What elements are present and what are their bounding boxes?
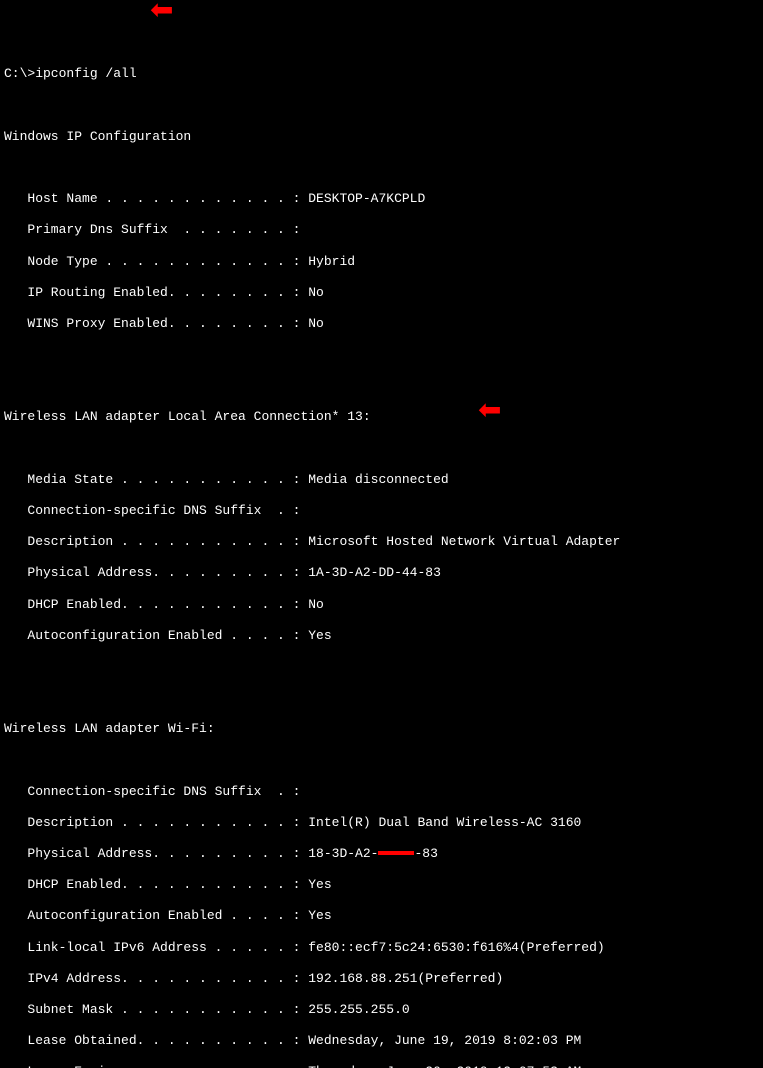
adapter-title: Wireless LAN adapter Local Area Connecti… bbox=[4, 409, 759, 425]
blank-line bbox=[4, 441, 759, 457]
adapter-title: Wireless LAN adapter Wi-Fi: bbox=[4, 721, 759, 737]
value: Yes bbox=[308, 908, 331, 923]
value: Yes bbox=[308, 877, 331, 892]
blank-line bbox=[4, 98, 759, 114]
value: Intel(R) Dual Band Wireless-AC 3160 bbox=[308, 815, 581, 830]
lease-expires-line: Lease Expires . . . . . . . . . . : Thur… bbox=[4, 1064, 759, 1068]
value: 1A-3D-A2-DD-44-83 bbox=[308, 565, 441, 580]
subnet-line: Subnet Mask . . . . . . . . . . . : 255.… bbox=[4, 1002, 759, 1018]
value: Microsoft Hosted Network Virtual Adapter bbox=[308, 534, 620, 549]
ip-routing-line: IP Routing Enabled. . . . . . . . : No bbox=[4, 285, 759, 301]
autoconfig-line: Autoconfiguration Enabled . . . . : Yes bbox=[4, 908, 759, 924]
command-prompt-line[interactable]: C:\>ipconfig /all bbox=[4, 66, 759, 82]
blank-line bbox=[4, 347, 759, 363]
primary-dns-line: Primary Dns Suffix . . . . . . . : bbox=[4, 222, 759, 238]
label: Subnet Mask . . . . . . . . . . . : bbox=[4, 1002, 308, 1017]
lease-obtained-line: Lease Obtained. . . . . . . . . . : Wedn… bbox=[4, 1033, 759, 1049]
description-line: Description . . . . . . . . . . . : Micr… bbox=[4, 534, 759, 550]
value: No bbox=[308, 285, 324, 300]
label: Physical Address. . . . . . . . . : bbox=[4, 565, 308, 580]
label: DHCP Enabled. . . . . . . . . . . : bbox=[4, 877, 308, 892]
dhcp-enabled-line: DHCP Enabled. . . . . . . . . . . : No bbox=[4, 597, 759, 613]
value: Yes bbox=[308, 628, 331, 643]
ipv4-line: IPv4 Address. . . . . . . . . . . : 192.… bbox=[4, 971, 759, 987]
label: Description . . . . . . . . . . . : bbox=[4, 815, 308, 830]
autoconfig-line: Autoconfiguration Enabled . . . . : Yes bbox=[4, 628, 759, 644]
label: Lease Expires . . . . . . . . . . : bbox=[4, 1064, 308, 1068]
label: Link-local IPv6 Address . . . . . : bbox=[4, 940, 308, 955]
label: Node Type . . . . . . . . . . . . : bbox=[4, 254, 308, 269]
value: fe80::ecf7:5c24:6530:f616%4(Preferred) bbox=[308, 940, 604, 955]
label: WINS Proxy Enabled. . . . . . . . : bbox=[4, 316, 308, 331]
host-name-line: Host Name . . . . . . . . . . . . : DESK… bbox=[4, 191, 759, 207]
value: Wednesday, June 19, 2019 8:02:03 PM bbox=[308, 1033, 581, 1048]
node-type-line: Node Type . . . . . . . . . . . . : Hybr… bbox=[4, 254, 759, 270]
value-pre: 18-3D-A2- bbox=[308, 846, 378, 861]
value: No bbox=[308, 597, 324, 612]
label: Description . . . . . . . . . . . : bbox=[4, 534, 308, 549]
ipv6-line: Link-local IPv6 Address . . . . . : fe80… bbox=[4, 940, 759, 956]
blank-line bbox=[4, 753, 759, 769]
blank-line bbox=[4, 690, 759, 706]
label: IP Routing Enabled. . . . . . . . : bbox=[4, 285, 308, 300]
value: 255.255.255.0 bbox=[308, 1002, 409, 1017]
label: DHCP Enabled. . . . . . . . . . . : bbox=[4, 597, 308, 612]
value: Thursday, June 20, 2019 12:07:53 AM bbox=[308, 1064, 581, 1068]
blank-line bbox=[4, 378, 759, 394]
label: Autoconfiguration Enabled . . . . : bbox=[4, 628, 308, 643]
physical-address-line: Physical Address. . . . . . . . . : 18-3… bbox=[4, 846, 759, 862]
dns-suffix-line: Connection-specific DNS Suffix . : bbox=[4, 784, 759, 800]
label: Physical Address. . . . . . . . . : bbox=[4, 846, 308, 861]
redacted-icon bbox=[378, 851, 414, 855]
label: Media State . . . . . . . . . . . : bbox=[4, 472, 308, 487]
label: Autoconfiguration Enabled . . . . : bbox=[4, 908, 308, 923]
value: No bbox=[308, 316, 324, 331]
arrow-icon: ➡ bbox=[150, 0, 173, 30]
value-post: -83 bbox=[414, 846, 437, 861]
dhcp-enabled-line: DHCP Enabled. . . . . . . . . . . : Yes bbox=[4, 877, 759, 893]
arrow-icon: ➡ bbox=[478, 396, 501, 430]
value: Media disconnected bbox=[308, 472, 448, 487]
blank-line bbox=[4, 659, 759, 675]
section-header: Windows IP Configuration bbox=[4, 129, 759, 145]
value: 192.168.88.251(Preferred) bbox=[308, 971, 503, 986]
dns-suffix-line: Connection-specific DNS Suffix . : bbox=[4, 503, 759, 519]
label: IPv4 Address. . . . . . . . . . . : bbox=[4, 971, 308, 986]
media-state-line: Media State . . . . . . . . . . . : Medi… bbox=[4, 472, 759, 488]
value: DESKTOP-A7KCPLD bbox=[308, 191, 425, 206]
label: Host Name . . . . . . . . . . . . : bbox=[4, 191, 308, 206]
physical-address-line: Physical Address. . . . . . . . . : 1A-3… bbox=[4, 565, 759, 581]
blank-line bbox=[4, 160, 759, 176]
label: Lease Obtained. . . . . . . . . . : bbox=[4, 1033, 308, 1048]
value: Hybrid bbox=[308, 254, 355, 269]
wins-proxy-line: WINS Proxy Enabled. . . . . . . . : No bbox=[4, 316, 759, 332]
description-line: Description . . . . . . . . . . . : Inte… bbox=[4, 815, 759, 831]
